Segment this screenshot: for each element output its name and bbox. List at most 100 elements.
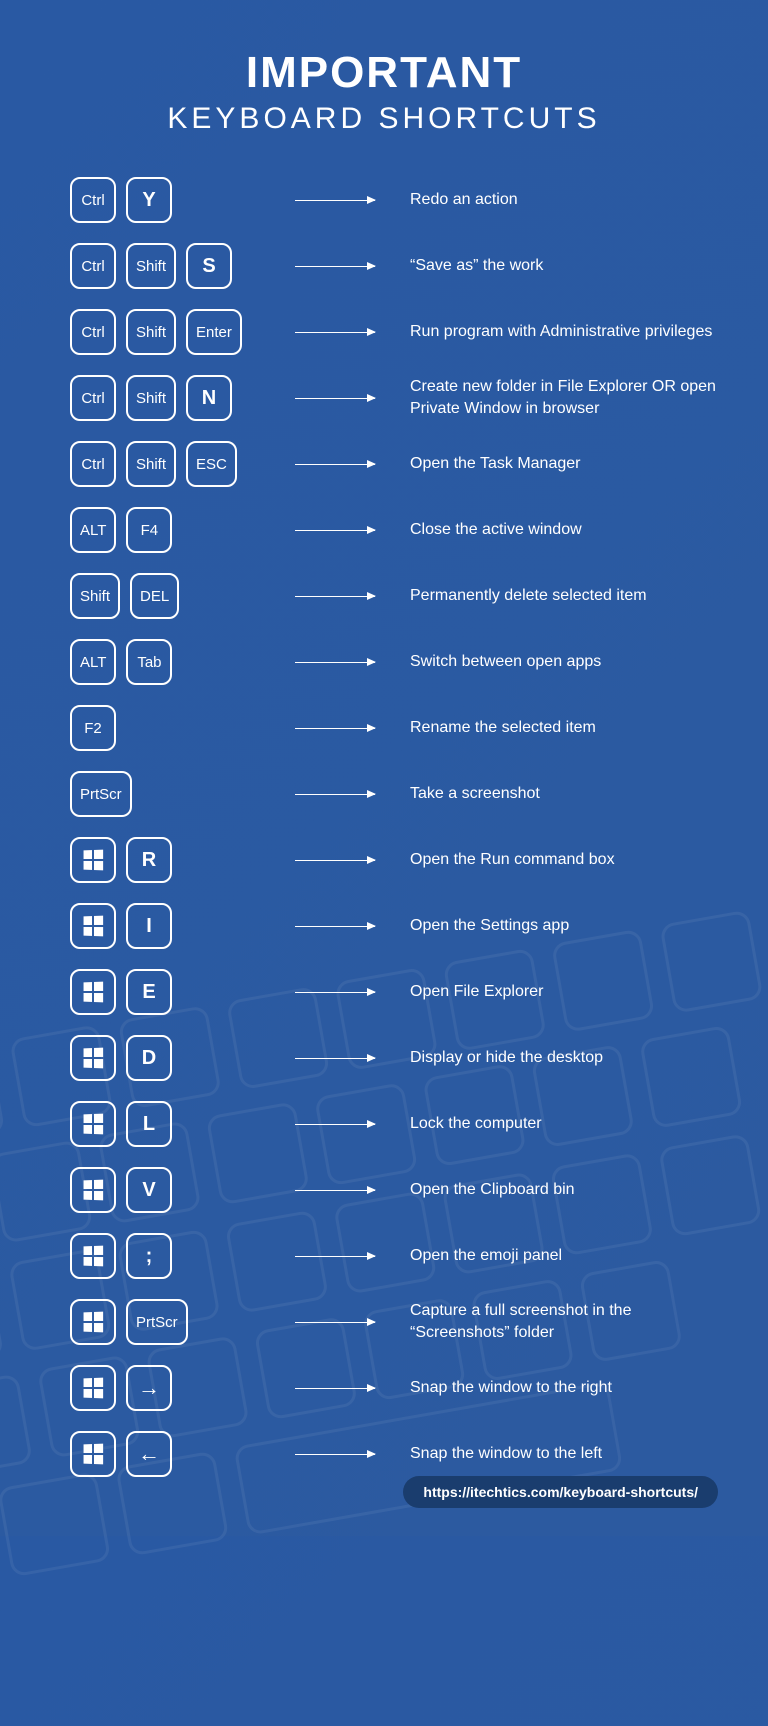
key-cap: S	[186, 243, 232, 289]
key-cap: E	[126, 969, 172, 1015]
key-combo: →	[70, 1365, 280, 1411]
shortcut-row: CtrlShiftEnter Run program with Administr…	[70, 308, 718, 356]
key-combo: ALTTab	[70, 639, 280, 685]
key-combo: E	[70, 969, 280, 1015]
key-cap: F4	[126, 507, 172, 553]
windows-key-icon	[70, 1365, 116, 1411]
windows-key-icon	[70, 1167, 116, 1213]
maps-to-arrow-icon	[280, 1322, 390, 1323]
shortcuts-list: CtrlYRedo an actionCtrlShiftS“Save as” t…	[0, 176, 768, 1478]
key-cap: ALT	[70, 639, 116, 685]
shortcut-description: Lock the computer	[390, 1113, 718, 1135]
shortcut-row: E Open File Explorer	[70, 968, 718, 1016]
key-combo: CtrlShiftESC	[70, 441, 280, 487]
key-combo: ;	[70, 1233, 280, 1279]
maps-to-arrow-icon	[280, 1058, 390, 1059]
shortcut-description: Open the emoji panel	[390, 1245, 718, 1267]
windows-key-icon	[70, 1233, 116, 1279]
key-cap: N	[186, 375, 232, 421]
shortcut-description: Open the Settings app	[390, 915, 718, 937]
windows-key-icon	[70, 1101, 116, 1147]
maps-to-arrow-icon	[280, 266, 390, 267]
shortcut-description: Display or hide the desktop	[390, 1047, 718, 1069]
windows-key-icon	[70, 1431, 116, 1477]
title-line-1: IMPORTANT	[0, 48, 768, 98]
shortcut-row: ALTF4 Close the active window	[70, 506, 718, 554]
key-cap: Ctrl	[70, 309, 116, 355]
windows-logo-icon	[84, 850, 104, 871]
windows-logo-icon	[84, 1180, 104, 1201]
shortcut-description: Open the Run command box	[390, 849, 718, 871]
shortcut-description: Run program with Administrative privileg…	[390, 321, 718, 343]
shortcut-description: Snap the window to the left	[390, 1443, 718, 1465]
shortcut-row: R Open the Run command box	[70, 836, 718, 884]
key-cap: R	[126, 837, 172, 883]
shortcut-row: I Open the Settings app	[70, 902, 718, 950]
shortcut-row: V Open the Clipboard bin	[70, 1166, 718, 1214]
arrow-left-key-icon: ←	[126, 1431, 172, 1477]
windows-logo-icon	[84, 1378, 104, 1399]
key-combo: PrtScr	[70, 1299, 280, 1345]
shortcut-row: ; Open the emoji panel	[70, 1232, 718, 1280]
maps-to-arrow-icon	[280, 596, 390, 597]
key-cap: D	[126, 1035, 172, 1081]
footer-url: https://itechtics.com/keyboard-shortcuts…	[403, 1476, 718, 1508]
key-cap: Y	[126, 177, 172, 223]
maps-to-arrow-icon	[280, 332, 390, 333]
shortcut-row: CtrlYRedo an action	[70, 176, 718, 224]
windows-logo-icon	[84, 1048, 104, 1069]
key-cap: PrtScr	[70, 771, 132, 817]
shortcut-row: CtrlShiftESCOpen the Task Manager	[70, 440, 718, 488]
shortcut-row: ALTTabSwitch between open apps	[70, 638, 718, 686]
key-combo: I	[70, 903, 280, 949]
key-cap: ALT	[70, 507, 116, 553]
key-cap: DEL	[130, 573, 179, 619]
maps-to-arrow-icon	[280, 1124, 390, 1125]
key-combo: CtrlY	[70, 177, 280, 223]
shortcut-row: → Snap the window to the right	[70, 1364, 718, 1412]
key-cap: V	[126, 1167, 172, 1213]
arrow-right-key-icon: →	[126, 1365, 172, 1411]
shortcut-description: Create new folder in File Explorer OR op…	[390, 376, 718, 419]
key-combo: V	[70, 1167, 280, 1213]
shortcut-row: CtrlShiftN Create new folder in File Expl…	[70, 374, 718, 422]
key-combo: CtrlShiftEnter	[70, 309, 280, 355]
shortcut-description: Take a screenshot	[390, 783, 718, 805]
key-cap: Ctrl	[70, 177, 116, 223]
key-cap: F2	[70, 705, 116, 751]
maps-to-arrow-icon	[280, 1256, 390, 1257]
shortcut-row: CtrlShiftS“Save as” the work	[70, 242, 718, 290]
maps-to-arrow-icon	[280, 728, 390, 729]
shortcut-description: Capture a full screenshot in the “Screen…	[390, 1300, 718, 1343]
windows-key-icon	[70, 969, 116, 1015]
key-combo: L	[70, 1101, 280, 1147]
key-combo: ALTF4	[70, 507, 280, 553]
key-combo: R	[70, 837, 280, 883]
key-cap: Shift	[126, 243, 176, 289]
title-line-2: KEYBOARD SHORTCUTS	[0, 102, 768, 136]
maps-to-arrow-icon	[280, 530, 390, 531]
windows-logo-icon	[84, 982, 104, 1003]
arrow-right-icon: →	[138, 1377, 160, 1399]
shortcut-description: Close the active window	[390, 519, 718, 541]
shortcut-row: F2 Rename the selected item	[70, 704, 718, 752]
key-cap: PrtScr	[126, 1299, 188, 1345]
key-cap: Shift	[70, 573, 120, 619]
windows-key-icon	[70, 903, 116, 949]
shortcut-description: Rename the selected item	[390, 717, 718, 739]
shortcut-description: Snap the window to the right	[390, 1377, 718, 1399]
windows-key-icon	[70, 1035, 116, 1081]
key-cap: Ctrl	[70, 243, 116, 289]
shortcut-description: Open the Clipboard bin	[390, 1179, 718, 1201]
key-cap: ESC	[186, 441, 237, 487]
windows-logo-icon	[84, 1312, 104, 1333]
key-combo: CtrlShiftN	[70, 375, 280, 421]
maps-to-arrow-icon	[280, 662, 390, 663]
maps-to-arrow-icon	[280, 1190, 390, 1191]
shortcut-row: D Display or hide the desktop	[70, 1034, 718, 1082]
key-cap: Ctrl	[70, 375, 116, 421]
key-combo: ShiftDEL	[70, 573, 280, 619]
maps-to-arrow-icon	[280, 1454, 390, 1455]
maps-to-arrow-icon	[280, 860, 390, 861]
shortcut-description: Open File Explorer	[390, 981, 718, 1003]
